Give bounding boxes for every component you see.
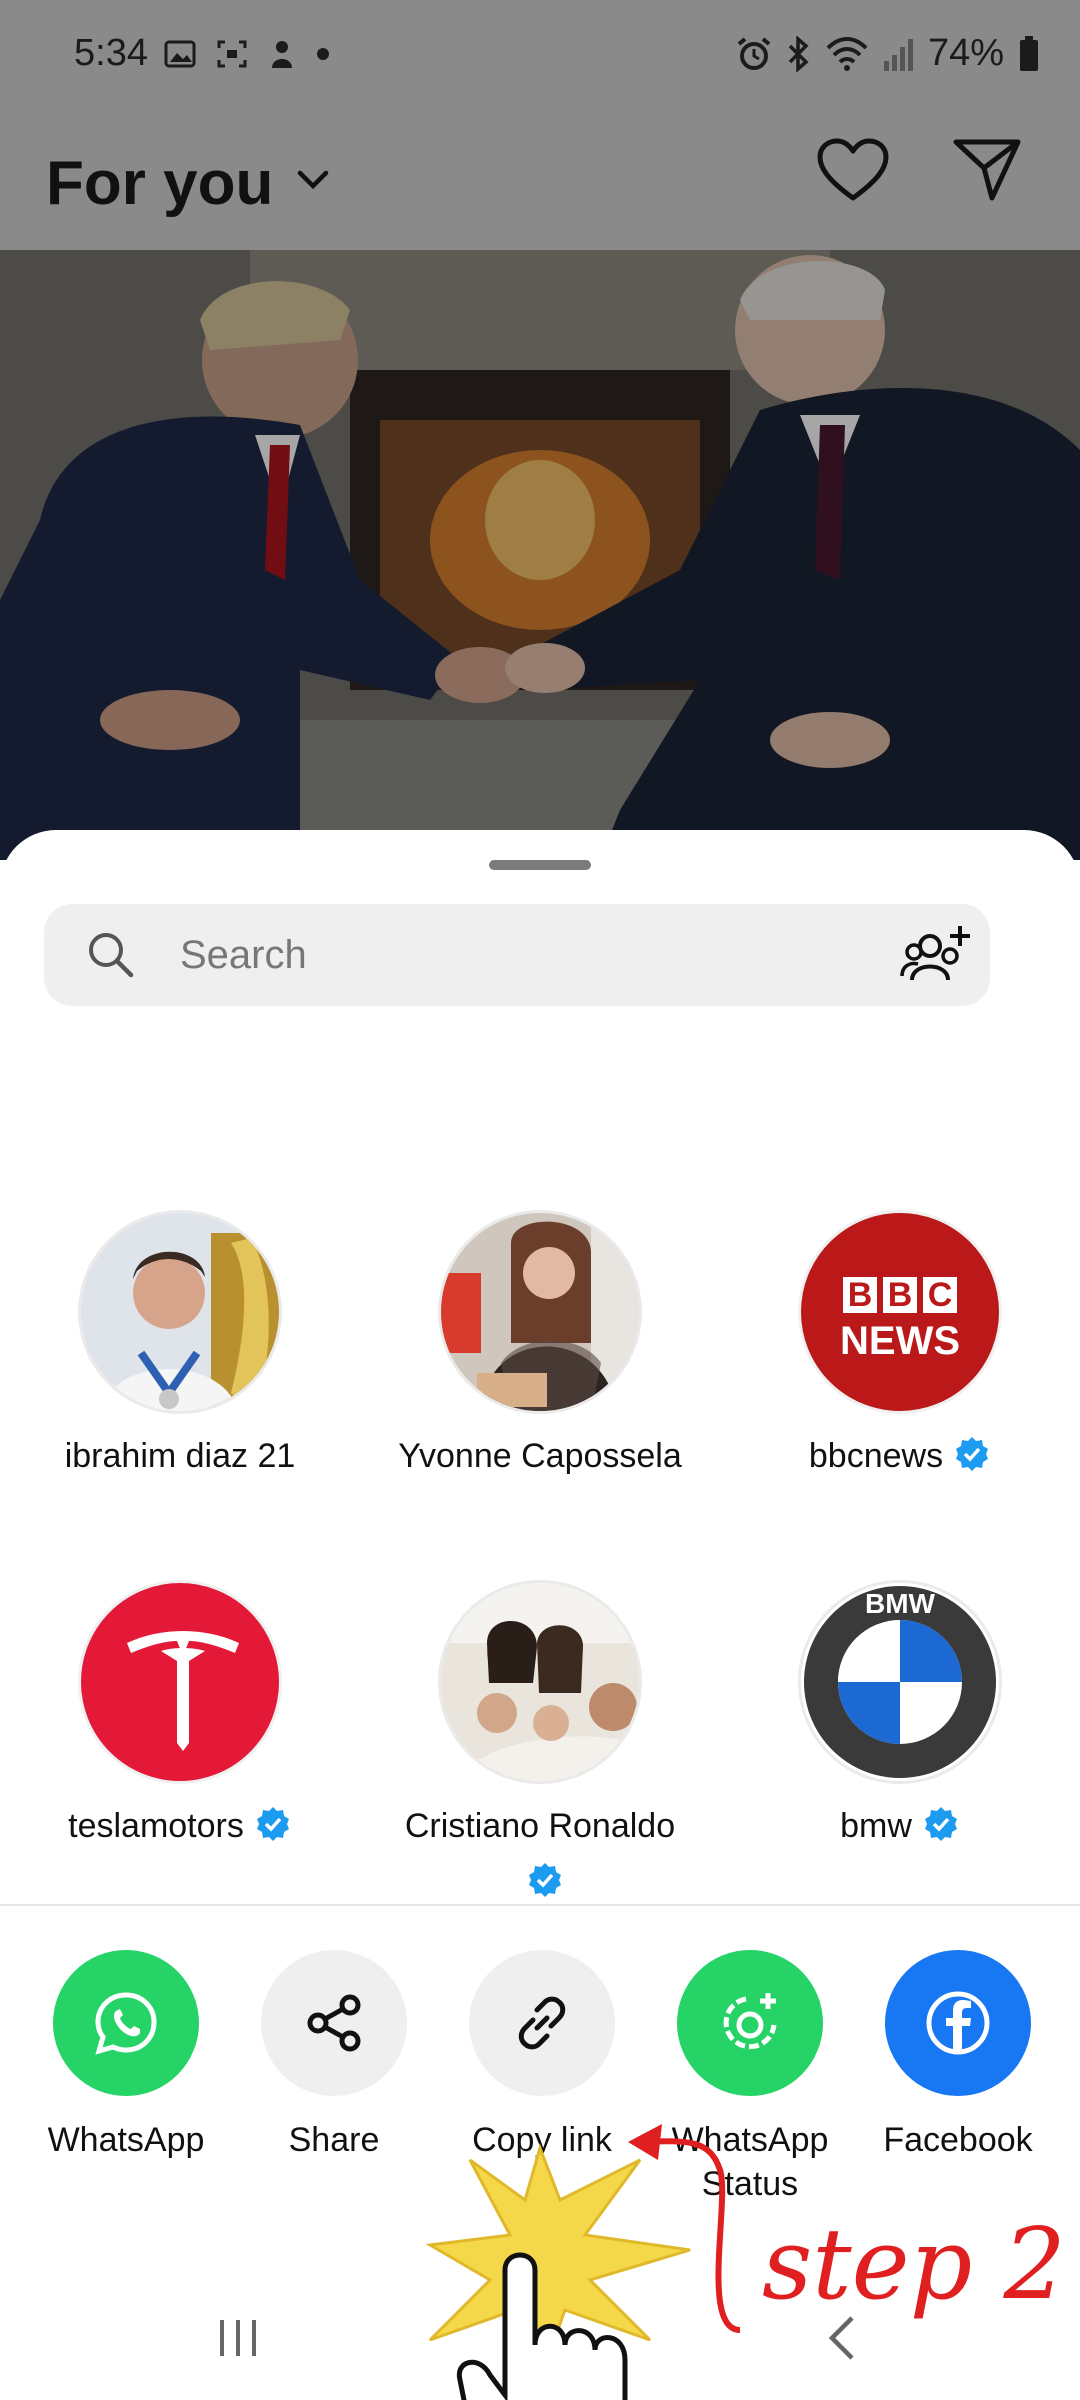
share-label: WhatsApp Status — [671, 2121, 829, 2203]
contact-name: Yvonne Capossela — [398, 1437, 682, 1475]
post-image — [0, 250, 1080, 860]
share-whatsapp[interactable]: WhatsApp — [22, 1950, 230, 2162]
status-bar: 5:34 74% — [0, 0, 1080, 110]
screenshot-icon — [217, 40, 247, 68]
verified-badge-icon — [529, 1863, 561, 1897]
dot-icon — [317, 48, 329, 60]
avatar — [78, 1210, 282, 1414]
feed-title[interactable]: For you — [46, 148, 273, 219]
contact-name: ibrahim diaz 21 — [64, 1437, 296, 1475]
verified-badge-icon — [256, 1807, 289, 1841]
step-annotation-text: step 2 — [762, 2208, 1066, 2322]
share-label: Share — [288, 2121, 380, 2159]
bmw-logo-text: BMW — [865, 1588, 936, 1619]
feed-background: 5:34 74% For you — [0, 0, 1080, 860]
contact-bmw[interactable]: BMW bmw — [750, 1580, 1050, 1854]
verified-badge-icon — [956, 1437, 989, 1471]
status-time: 5:34 — [74, 32, 148, 74]
contact-bbcnews[interactable]: B B C NEWS bbcnews — [750, 1210, 1050, 1484]
share-label: WhatsApp — [47, 2121, 205, 2159]
direct-message-icon[interactable] — [952, 138, 1022, 202]
contact-yvonne-capossela[interactable]: Yvonne Capossela — [390, 1210, 690, 1484]
bmw-logo: BMW — [798, 1580, 1002, 1784]
contact-cristiano-ronaldo[interactable]: Cristiano Ronaldo — [390, 1580, 690, 1910]
contact-name: bbcnews — [750, 1428, 1050, 1484]
search-icon — [89, 933, 134, 978]
contact-name: bmw — [750, 1798, 1050, 1854]
signal-icon — [883, 38, 913, 71]
recent-apps-icon[interactable] — [216, 2316, 260, 2360]
battery-icon — [1020, 35, 1038, 71]
contact-name: Cristiano Ronaldo — [390, 1798, 690, 1910]
share-options-row: WhatsApp Share Copy link WhatsApp Status… — [0, 1950, 1080, 2203]
divider — [0, 1904, 1080, 1906]
search-input[interactable] — [178, 926, 802, 984]
bbc-news-logo: B B C NEWS — [798, 1210, 1002, 1414]
share-facebook[interactable]: Facebook — [854, 1950, 1062, 2162]
avatar — [438, 1210, 642, 1414]
notification-icon — [272, 41, 292, 68]
verified-badge-icon — [924, 1807, 957, 1841]
image-icon — [164, 40, 196, 68]
battery-percentage: 74% — [927, 32, 1004, 74]
wifi-icon — [826, 36, 868, 71]
sheet-grabber-handle[interactable] — [489, 860, 591, 870]
heart-icon[interactable] — [816, 138, 890, 204]
alarm-icon — [737, 36, 771, 70]
chevron-down-icon[interactable] — [296, 168, 330, 192]
share-share[interactable]: Share — [230, 1950, 438, 2162]
share-label: Copy link — [472, 2121, 612, 2159]
tesla-logo — [78, 1580, 282, 1784]
share-icon — [307, 1994, 361, 2052]
bbc-logo-text: NEWS — [840, 1319, 960, 1363]
contact-ibrahim-diaz[interactable]: ibrahim diaz 21 — [30, 1210, 330, 1484]
whatsapp-icon — [95, 1992, 157, 2055]
contact-name: teslamotors — [30, 1798, 330, 1854]
share-copy-link[interactable]: Copy link — [438, 1950, 646, 2162]
search-bar[interactable] — [44, 904, 990, 1006]
app-header: For you — [0, 130, 1080, 250]
facebook-icon — [926, 1991, 990, 2055]
avatar — [438, 1580, 642, 1784]
link-icon — [518, 1996, 566, 2050]
share-label: Facebook — [883, 2121, 1033, 2159]
whatsapp-status-icon — [723, 1993, 777, 2050]
bluetooth-icon — [788, 35, 809, 72]
add-group-icon[interactable] — [900, 920, 976, 992]
share-whatsapp-status[interactable]: WhatsApp Status — [646, 1950, 854, 2206]
contact-teslamotors[interactable]: teslamotors — [30, 1580, 330, 1854]
